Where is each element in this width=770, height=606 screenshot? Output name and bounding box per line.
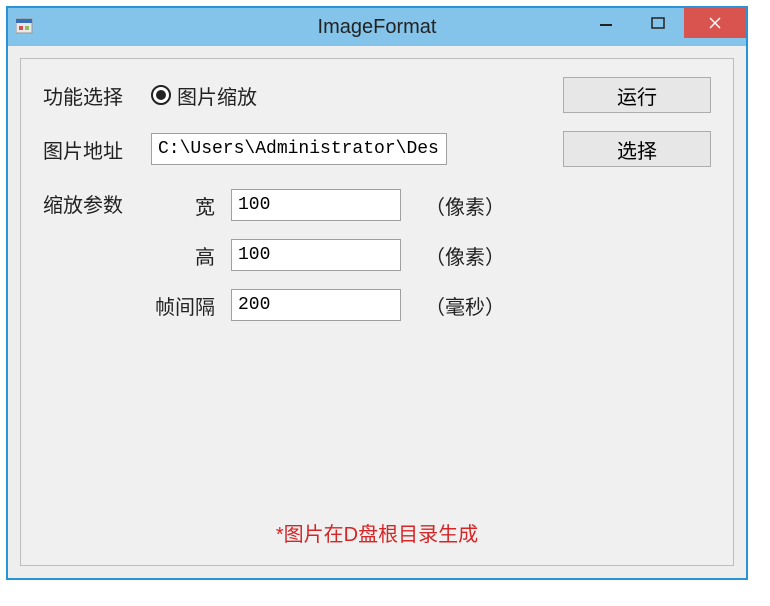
param-row-height: 高 （像素） — [151, 239, 711, 271]
label-interval: 帧间隔 — [151, 291, 231, 320]
window-controls — [580, 8, 746, 40]
radio-label-image-scale: 图片缩放 — [177, 81, 257, 110]
label-width: 宽 — [151, 191, 231, 220]
path-input[interactable] — [151, 133, 447, 165]
main-panel: 功能选择 图片缩放 运行 图片地址 选择 缩放参数 宽 — [20, 58, 734, 566]
unit-width: （像素） — [425, 191, 505, 220]
params-container: 宽 （像素） 高 （像素） 帧间隔 （毫秒） — [151, 189, 711, 339]
label-image-path: 图片地址 — [43, 135, 151, 164]
app-window: ImageFormat 功能选择 图片缩放 — [6, 6, 748, 580]
client-area: 功能选择 图片缩放 运行 图片地址 选择 缩放参数 宽 — [8, 46, 746, 578]
radio-dot-icon — [156, 90, 166, 100]
titlebar: ImageFormat — [8, 8, 746, 46]
radio-group-function: 图片缩放 — [151, 81, 563, 110]
height-input[interactable] — [231, 239, 401, 271]
interval-input[interactable] — [231, 289, 401, 321]
minimize-button[interactable] — [580, 8, 632, 38]
width-input[interactable] — [231, 189, 401, 221]
select-button[interactable]: 选择 — [563, 131, 711, 167]
label-function-select: 功能选择 — [43, 81, 151, 110]
unit-height: （像素） — [425, 241, 505, 270]
close-button[interactable] — [684, 8, 746, 38]
label-scale-params: 缩放参数 — [43, 189, 151, 218]
row-scale-params: 缩放参数 宽 （像素） 高 （像素） 帧间隔 — [43, 189, 711, 339]
param-row-interval: 帧间隔 （毫秒） — [151, 289, 711, 321]
radio-image-scale[interactable] — [151, 85, 171, 105]
label-height: 高 — [151, 241, 231, 270]
row-image-path: 图片地址 选择 — [43, 131, 711, 167]
run-button[interactable]: 运行 — [563, 77, 711, 113]
window-title: ImageFormat — [318, 16, 437, 39]
unit-interval: （毫秒） — [425, 291, 505, 320]
param-row-width: 宽 （像素） — [151, 189, 711, 221]
row-function-select: 功能选择 图片缩放 运行 — [43, 77, 711, 113]
maximize-button[interactable] — [632, 8, 684, 38]
app-icon — [16, 17, 36, 37]
footer-note: *图片在D盘根目录生成 — [276, 518, 478, 547]
